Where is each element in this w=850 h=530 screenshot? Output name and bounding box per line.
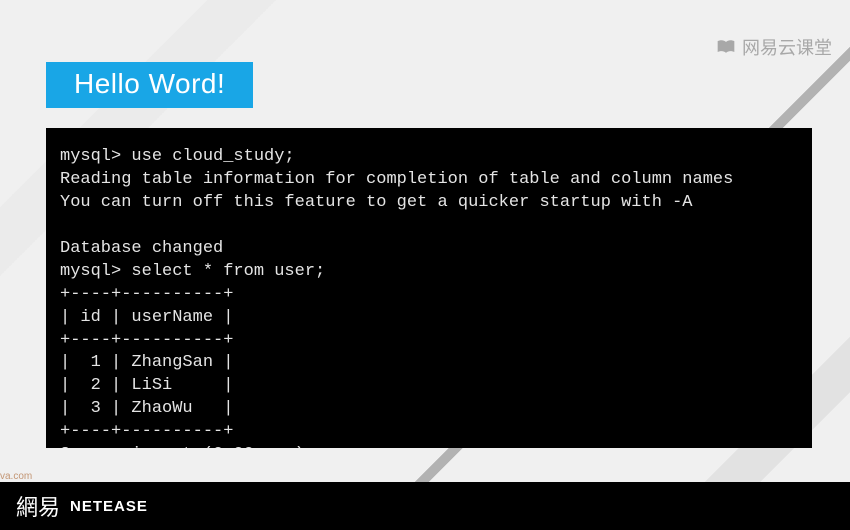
terminal-output: mysql> use cloud_study; Reading table in…	[46, 128, 812, 448]
footer-brand-en: NETEASE	[70, 498, 148, 515]
terminal-line: mysql> use cloud_study;	[60, 147, 295, 166]
terminal-line: Database changed	[60, 239, 223, 258]
watermark-left: va.com	[0, 471, 32, 482]
terminal-line: | 2 | LiSi |	[60, 376, 233, 395]
terminal-line: mysql> select * from user;	[60, 262, 325, 281]
terminal-line: +----+----------+	[60, 285, 233, 304]
terminal-line: | 3 | ZhaoWu |	[60, 399, 233, 418]
book-icon	[716, 39, 736, 55]
terminal-line: +----+----------+	[60, 422, 233, 441]
watermark-text: 网易云课堂	[742, 34, 832, 60]
slide-title-text: Hello Word!	[74, 68, 225, 99]
terminal-line: | id | userName |	[60, 308, 233, 327]
terminal-line: | 1 | ZhangSan |	[60, 353, 233, 372]
slide-title: Hello Word!	[46, 62, 253, 108]
footer-logo-cn: 網易	[16, 490, 60, 522]
terminal-line: 3 rows in set (0.00 sec)	[60, 445, 305, 448]
terminal-line: You can turn off this feature to get a q…	[60, 193, 693, 212]
watermark-top-right: 网易云课堂	[716, 34, 832, 60]
slide-stage: 网易云课堂 Hello Word! mysql> use cloud_study…	[0, 0, 850, 530]
footer-bar: 網易 NETEASE	[0, 482, 850, 530]
terminal-line: +----+----------+	[60, 331, 233, 350]
terminal-line: Reading table information for completion…	[60, 170, 733, 189]
